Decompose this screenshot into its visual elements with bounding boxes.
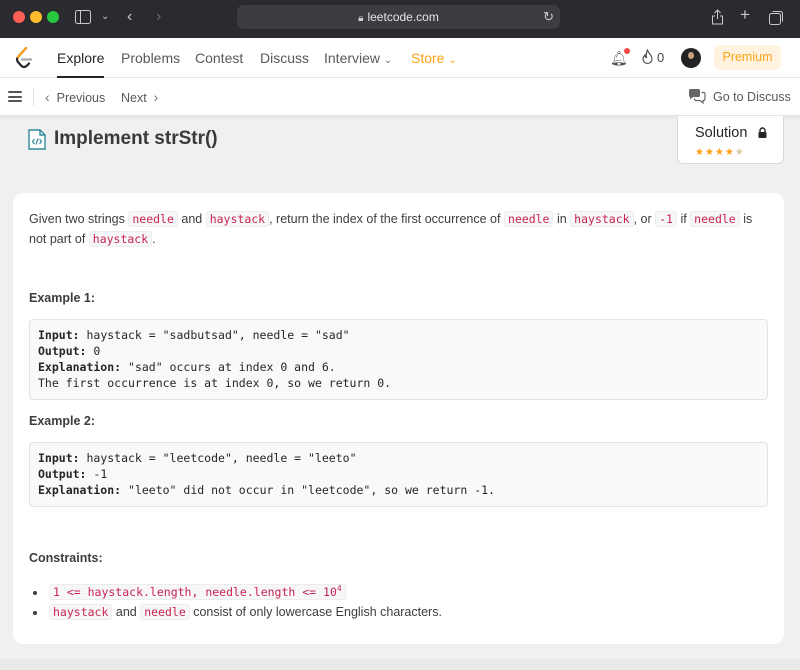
chevron-down-icon[interactable]: ⌄ <box>101 9 109 25</box>
inline-code: needle <box>690 211 740 227</box>
inline-code: haystack <box>49 603 113 620</box>
chevron-left-icon: ‹ <box>45 89 50 105</box>
sidebar-toggle-icon[interactable] <box>75 10 91 24</box>
constraints-list: 1 <= haystack.length, needle.length <= 1… <box>47 579 442 622</box>
next-button[interactable]: Next › <box>121 90 158 105</box>
output-label: Output: <box>38 467 87 481</box>
example-2-heading: Example 2: <box>29 414 96 428</box>
problem-subnav: ‹ Previous Next › Go to Discuss <box>0 78 800 116</box>
inline-code: haystack <box>88 231 153 247</box>
text: in <box>553 212 571 226</box>
rating-stars: ★★★★★ <box>695 147 745 158</box>
notification-badge <box>623 48 630 54</box>
avatar[interactable] <box>681 48 701 68</box>
inline-code: haystack <box>205 211 270 227</box>
share-icon[interactable] <box>711 9 724 25</box>
input-value: haystack = "sadbutsad", needle = "sad" <box>79 328 350 342</box>
leetcode-logo-icon[interactable] <box>14 47 34 69</box>
premium-button[interactable]: Premium <box>714 45 781 70</box>
lock-icon: 🔒︎ <box>358 13 364 24</box>
previous-label: Previous <box>56 91 106 105</box>
exponent: 4 <box>336 584 342 593</box>
output-value: -1 <box>86 467 108 481</box>
top-navbar: Explore Problems Contest Discuss Intervi… <box>0 38 800 78</box>
reload-icon[interactable]: ↻ <box>543 5 554 29</box>
input-label: Input: <box>38 328 80 342</box>
solution-tab[interactable]: Solution ★★★★★ <box>677 116 784 164</box>
inline-code: needle <box>503 211 554 227</box>
inline-code: -1 <box>655 211 677 227</box>
problem-description-card: Given two strings needle and haystack, r… <box>13 193 784 644</box>
document-code-icon <box>28 129 46 150</box>
nav-discuss[interactable]: Discuss <box>260 50 309 66</box>
browser-chrome: ⌄ ‹ › 🔒︎ leetcode.com ↻ + <box>0 0 800 38</box>
forward-icon[interactable]: › <box>156 9 161 25</box>
nav-explore[interactable]: Explore <box>57 50 105 78</box>
next-label: Next <box>121 91 147 105</box>
constraints-heading: Constraints: <box>29 551 103 565</box>
example-1-block: Input: haystack = "sadbutsad", needle = … <box>29 319 768 400</box>
minimize-window-button[interactable] <box>30 11 42 23</box>
constraint-code: 1 <= haystack.length, needle.length <= 1… <box>53 584 337 599</box>
inline-code: haystack <box>570 211 634 227</box>
solution-label: Solution <box>695 125 748 141</box>
text: if <box>676 212 691 226</box>
nav-interview[interactable]: Interview ⌄ <box>324 50 392 69</box>
explanation-value: "sad" occurs at index 0 and 6. <box>121 360 336 374</box>
lock-icon <box>758 127 767 138</box>
nav-store-label: Store <box>411 50 445 66</box>
close-window-button[interactable] <box>13 11 25 23</box>
streak-count: 0 <box>657 50 665 65</box>
text: and <box>177 212 206 226</box>
nav-interview-label: Interview <box>324 50 381 66</box>
inline-code: needle <box>140 603 190 620</box>
text: . <box>152 232 156 246</box>
nav-contest[interactable]: Contest <box>195 50 243 66</box>
url-text: leetcode.com <box>367 10 439 24</box>
list-item: 1 <= haystack.length, needle.length <= 1… <box>47 579 442 602</box>
list-item: haystack and needle consist of only lowe… <box>47 602 442 622</box>
text: and <box>112 604 141 619</box>
inline-code: needle <box>128 211 178 227</box>
tab-overview-icon[interactable] <box>769 10 784 25</box>
notification-bell-icon[interactable]: 🔔︎ <box>610 48 630 67</box>
fire-icon[interactable] <box>641 49 654 65</box>
example-2-block: Input: haystack = "leetcode", needle = "… <box>29 442 768 507</box>
divider <box>33 88 34 106</box>
example-1-heading: Example 1: <box>29 291 96 305</box>
output-label: Output: <box>38 344 87 358</box>
chevron-down-icon: ⌄ <box>448 55 457 66</box>
chevron-right-icon: › <box>153 89 159 105</box>
explanation-label: Explanation: <box>38 360 122 374</box>
inline-code: 1 <= haystack.length, needle.length <= 1… <box>49 583 346 600</box>
back-icon[interactable]: ‹ <box>127 9 132 25</box>
bottom-strip <box>0 659 800 670</box>
explanation-value: "leeto" did not occur in "leetcode", so … <box>121 483 495 497</box>
text: Given two strings <box>29 212 129 226</box>
go-to-discuss-link[interactable]: Go to Discuss <box>713 90 791 104</box>
output-value: 0 <box>86 344 101 358</box>
nav-problems[interactable]: Problems <box>121 50 180 66</box>
nav-store[interactable]: Store ⌄ <box>411 50 457 69</box>
text: , or <box>633 212 656 226</box>
discuss-icon[interactable] <box>688 88 706 104</box>
text: , return the index of the first occurren… <box>269 212 504 226</box>
maximize-window-button[interactable] <box>47 11 59 23</box>
chevron-down-icon: ⌄ <box>383 55 393 66</box>
explanation-label: Explanation: <box>38 483 122 497</box>
problem-title: Implement strStr() <box>54 128 218 149</box>
new-tab-icon[interactable]: + <box>740 6 750 23</box>
input-label: Input: <box>38 451 80 465</box>
text: consist of only lowercase English charac… <box>189 604 442 619</box>
problem-statement: Given two strings needle and haystack, r… <box>29 209 769 249</box>
previous-button[interactable]: ‹ Previous <box>45 90 105 105</box>
explanation-extra: The first occurrence is at index 0, so w… <box>38 376 392 390</box>
input-value: haystack = "leetcode", needle = "leeto" <box>79 451 357 465</box>
url-bar[interactable]: 🔒︎ leetcode.com ↻ <box>237 5 560 29</box>
menu-icon[interactable] <box>8 91 22 102</box>
